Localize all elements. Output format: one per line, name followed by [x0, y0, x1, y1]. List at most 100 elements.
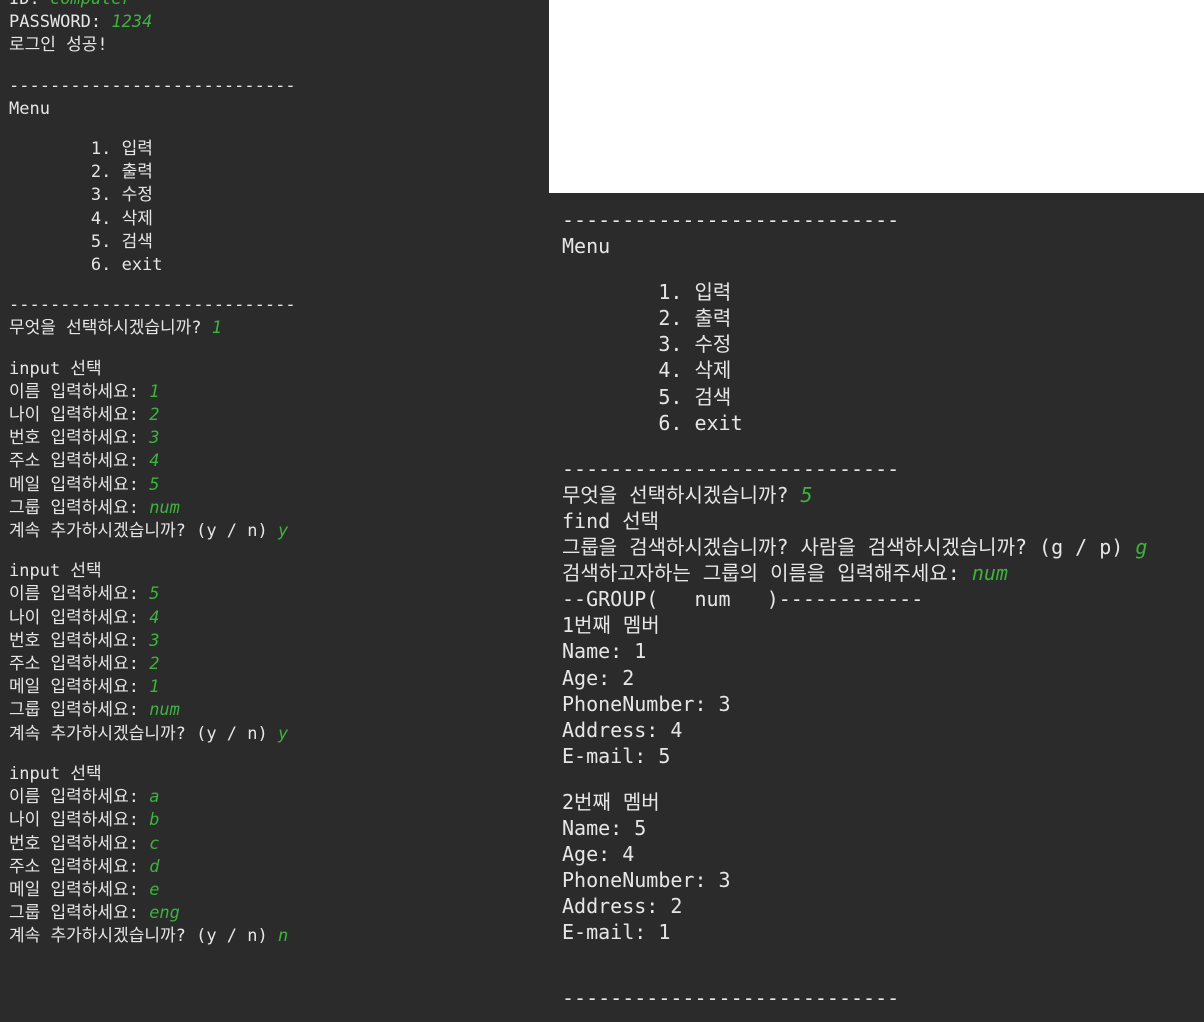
left-terminal-line: 메일 입력하세요: e [9, 879, 549, 902]
left-terminal-user-input: 3 [149, 630, 160, 651]
left-terminal-line: input 선택 [9, 560, 549, 583]
left-terminal-line: 그룹 입력하세요: num [9, 699, 549, 722]
right-terminal-line [562, 965, 1204, 985]
left-terminal-user-input: 5 [149, 584, 160, 605]
right-terminal-line-text: 5. 검색 [562, 384, 732, 409]
left-terminal-line: 나이 입력하세요: 4 [9, 607, 549, 630]
left-terminal-line: 이름 입력하세요: a [9, 786, 549, 809]
right-terminal-line: 4. 삭제 [562, 357, 1204, 383]
left-terminal-line: 1. 입력 [9, 138, 549, 161]
right-terminal-line-text: 그룹을 검색하시겠습니까? 사람을 검색하시겠습니까? (g / p) [562, 535, 1136, 560]
left-terminal-line: 무엇을 선택하시겠습니까? 1 [9, 317, 549, 340]
right-terminal-line: find 선택 [562, 508, 1204, 534]
right-terminal-line: E-mail: 5 [562, 743, 1204, 769]
right-terminal-line: ---------------------------- [562, 456, 1204, 482]
right-terminal-line: 2번째 멤버 [562, 789, 1204, 815]
left-terminal-line-text: 4. 삭제 [9, 208, 153, 229]
right-terminal-line-text: Address: 4 [562, 717, 683, 742]
left-terminal-line-text: input 선택 [9, 763, 102, 784]
left-terminal-line-text: ---------------------------- [9, 75, 296, 96]
right-terminal-line-text: 6. exit [562, 410, 743, 435]
left-terminal-line-text: 2. 출력 [9, 162, 153, 183]
left-terminal-line-text: ID: [9, 0, 50, 9]
left-terminal-line-text: 메일 입력하세요: [9, 474, 150, 495]
left-terminal-line [9, 341, 549, 358]
right-terminal-line: ---------------------------- [562, 207, 1204, 233]
left-terminal-line: 5. 검색 [9, 231, 549, 254]
left-terminal-line [9, 543, 549, 560]
right-terminal-line: PhoneNumber: 3 [562, 691, 1204, 717]
right-terminal-line: 5. 검색 [562, 384, 1204, 410]
left-terminal-line-text: 계속 추가하시겠습니까? (y / n) [9, 723, 278, 744]
left-terminal-line-text: 그룹 입력하세요: [9, 903, 150, 924]
left-terminal-line: Menu [9, 98, 549, 121]
left-terminal-line-text: 이름 입력하세요: [9, 381, 150, 402]
left-terminal-line: 이름 입력하세요: 1 [9, 381, 549, 404]
left-terminal-user-input: 1 [149, 381, 160, 402]
right-terminal-line-text: ---------------------------- [562, 208, 900, 232]
left-terminal-line: 메일 입력하세요: 1 [9, 676, 549, 699]
left-terminal-user-input: d [149, 856, 160, 877]
left-terminal-line-text: 3. 수정 [9, 185, 153, 206]
left-terminal-user-input: computer [50, 0, 132, 9]
left-terminal-line-text: Menu [9, 98, 50, 119]
left-terminal-line-text: 계속 추가하시겠습니까? (y / n) [9, 521, 278, 542]
left-terminal-line-text: 나이 입력하세요: [9, 810, 150, 831]
right-terminal-line-text: 무엇을 선택하시겠습니까? [562, 482, 801, 507]
left-terminal-line: 그룹 입력하세요: eng [9, 902, 549, 925]
right-terminal-line-text: Menu [562, 234, 611, 259]
left-terminal-user-input: y [277, 723, 289, 744]
right-terminal-line: 6. exit [562, 410, 1204, 436]
left-terminal-user-input: 1234 [111, 12, 153, 33]
left-terminal-line-text: 번호 입력하세요: [9, 833, 150, 854]
right-terminal-line-text: 1번째 멤버 [562, 613, 660, 638]
right-terminal-line-text: Address: 2 [562, 894, 683, 919]
right-terminal-line: 검색하고자하는 그룹의 이름을 입력해주세요: num [562, 560, 1204, 586]
left-terminal-line: 계속 추가하시겠습니까? (y / n) y [9, 723, 549, 746]
left-terminal-user-input: 4 [149, 607, 160, 628]
right-terminal-line: 2. 출력 [562, 305, 1204, 331]
right-terminal-line-text: E-mail: 5 [562, 743, 671, 768]
left-terminal-user-input: eng [149, 903, 180, 924]
left-terminal-line: 4. 삭제 [9, 208, 549, 231]
left-terminal-output: ID: computerPASSWORD: 1234로그인 성공!-------… [0, 0, 549, 1022]
right-terminal-line-text: E-mail: 1 [562, 920, 671, 945]
right-terminal-output: ---------------------------- Menu 1. 입력 2… [549, 193, 1204, 1022]
right-terminal-line-text: PhoneNumber: 3 [562, 868, 731, 893]
right-terminal-line [562, 945, 1204, 965]
right-terminal-line-text: 1. 입력 [562, 280, 732, 305]
right-terminal-line-text: 3. 수정 [562, 332, 732, 357]
right-terminal-line: ---------------------------- [562, 985, 1204, 1011]
left-terminal-line-text: 나이 입력하세요: [9, 405, 150, 426]
left-terminal-user-input: 1 [149, 677, 160, 698]
left-terminal-user-input: 3 [149, 428, 160, 449]
left-terminal-line: 6. exit [9, 254, 549, 277]
right-terminal-line-text: ---------------------------- [562, 456, 900, 481]
right-terminal-line: Name: 5 [562, 815, 1204, 841]
right-terminal-line-text: 2. 출력 [562, 306, 732, 331]
left-terminal-line-text: 번호 입력하세요: [9, 630, 150, 651]
left-terminal-line-text: 5. 검색 [9, 231, 153, 252]
right-terminal-line [562, 769, 1204, 789]
left-terminal-line: 주소 입력하세요: d [9, 856, 549, 879]
left-terminal-line [9, 277, 549, 294]
left-terminal-line: 계속 추가하시겠습니까? (y / n) y [9, 520, 549, 543]
right-terminal-line: Name: 1 [562, 638, 1204, 664]
left-terminal-line-text: ---------------------------- [9, 295, 296, 316]
left-terminal-user-input: num [149, 700, 180, 721]
left-terminal-line: 주소 입력하세요: 2 [9, 653, 549, 676]
left-terminal-line [9, 58, 549, 75]
right-terminal-line-text: --GROUP( num )------------ [562, 587, 924, 612]
left-terminal-line: 나이 입력하세요: 2 [9, 404, 549, 427]
left-terminal-user-input: 1 [211, 318, 222, 339]
left-terminal-line: 번호 입력하세요: c [9, 833, 549, 856]
left-terminal-line-text: 번호 입력하세요: [9, 428, 150, 449]
left-terminal-line: 이름 입력하세요: 5 [9, 583, 549, 606]
left-terminal-user-input: a [149, 787, 160, 808]
left-terminal-line: 로그인 성공! [9, 34, 549, 57]
left-terminal-user-input: 2 [149, 405, 160, 426]
right-terminal-line [562, 436, 1204, 456]
right-terminal-line-text: Age: 4 [562, 842, 635, 867]
left-terminal-user-input: num [149, 497, 180, 518]
right-terminal-line: Age: 4 [562, 841, 1204, 867]
